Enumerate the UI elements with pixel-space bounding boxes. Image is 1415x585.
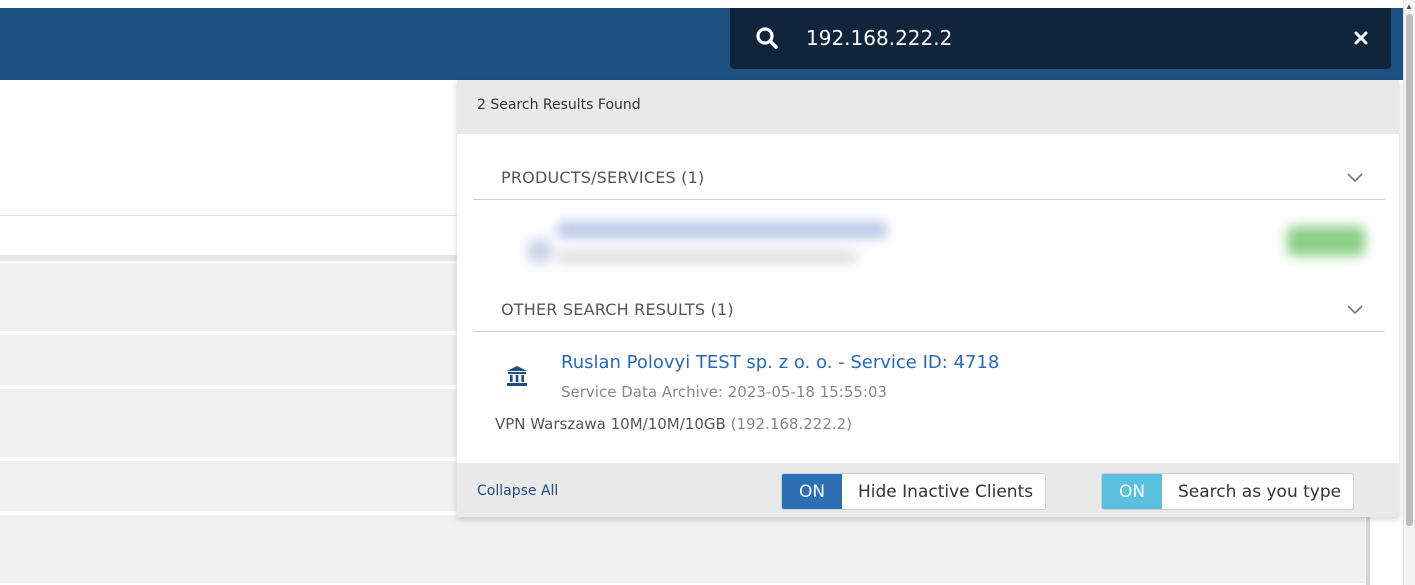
- collapse-all-link[interactable]: Collapse All: [477, 483, 558, 499]
- hide-inactive-clients-toggle[interactable]: ON Hide Inactive Clients: [781, 473, 1047, 510]
- result-service-name: VPN Warszawa 10M/10M/10GB: [495, 415, 726, 433]
- blurred-product-result[interactable]: [487, 198, 1387, 294]
- search-results-panel: 2 Search Results Found PRODUCTS/SERVICES…: [457, 80, 1399, 517]
- toggle-state: ON: [1102, 474, 1162, 509]
- result-title-link[interactable]: Ruslan Polovyi TEST sp. z o. o. - Servic…: [561, 352, 999, 373]
- section-products-services[interactable]: PRODUCTS/SERVICES (1): [473, 156, 1385, 200]
- bank-icon: [505, 364, 529, 388]
- toggle-label: Hide Inactive Clients: [858, 481, 1034, 502]
- scrollbar-thumb[interactable]: [1406, 14, 1413, 526]
- section-other-search-results[interactable]: OTHER SEARCH RESULTS (1): [473, 288, 1385, 332]
- search-as-you-type-toggle[interactable]: ON Search as you type: [1101, 473, 1355, 510]
- search-input[interactable]: [806, 8, 1326, 69]
- section-title: PRODUCTS/SERVICES (1): [501, 168, 705, 187]
- results-footer: Collapse All ON Hide Inactive Clients ON…: [457, 463, 1399, 517]
- search-icon: [754, 25, 780, 51]
- top-spacer: [0, 0, 1415, 8]
- result-subtitle: Service Data Archive: 2023-05-18 15:55:0…: [561, 383, 888, 401]
- chevron-down-icon[interactable]: [1347, 170, 1363, 183]
- results-header: 2 Search Results Found: [457, 80, 1399, 134]
- page-edge: [1366, 515, 1370, 585]
- page-row: [0, 515, 1365, 583]
- chevron-down-icon[interactable]: [1347, 302, 1363, 315]
- scroll-up-arrow-icon[interactable]: ▲: [1405, 3, 1413, 11]
- close-icon[interactable]: [1349, 26, 1373, 50]
- results-count: 2 Search Results Found: [477, 97, 641, 113]
- toggle-label: Search as you type: [1178, 481, 1342, 502]
- result-service-ip: (192.168.222.2): [730, 415, 853, 433]
- result-service-line: VPN Warszawa 10M/10M/10GB (192.168.222.2…: [495, 415, 852, 433]
- global-search-box: [730, 8, 1391, 69]
- section-title: OTHER SEARCH RESULTS (1): [501, 300, 734, 319]
- toggle-state: ON: [782, 474, 842, 509]
- search-result-item[interactable]: Ruslan Polovyi TEST sp. z o. o. - Servic…: [473, 342, 1385, 442]
